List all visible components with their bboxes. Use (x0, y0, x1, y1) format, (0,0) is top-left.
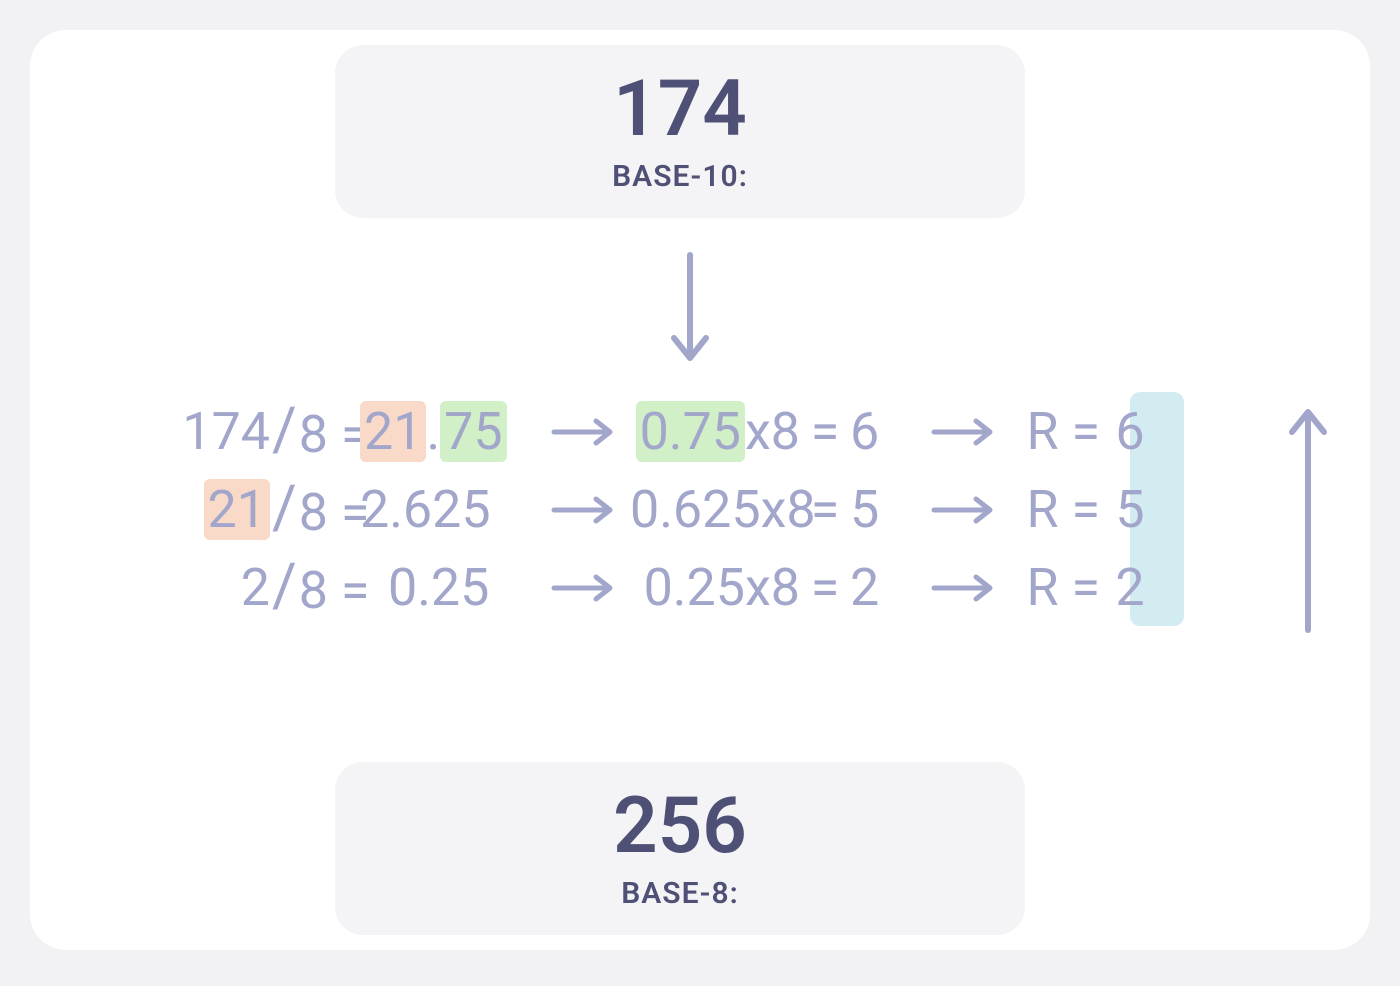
divide-by: /8 = (270, 396, 360, 467)
arrow-right-icon (920, 479, 1010, 540)
digit-value: 6 (850, 401, 920, 462)
remainder-value: 5 (1100, 479, 1160, 540)
divide-by: /8 = (270, 552, 360, 623)
arrow-right-icon (540, 479, 630, 540)
input-pill: 174 BASE-10: (335, 45, 1025, 218)
arrow-right-icon (920, 557, 1010, 618)
equals: = (800, 401, 850, 462)
output-pill: 256 BASE-8: (335, 762, 1025, 935)
quotient: 0.25 (360, 557, 540, 618)
diagram-card: 174 BASE-10: 174 /8 = 21.75 0.75x8 = 6 (30, 30, 1370, 950)
digit-value: 5 (850, 479, 920, 540)
arrow-right-icon (920, 401, 1010, 462)
fraction-times-base: 0.625x8 (630, 479, 800, 540)
fraction-times-base: 0.25x8 (630, 557, 800, 618)
output-value: 256 (365, 788, 995, 866)
quotient: 21.75 (360, 401, 540, 462)
dividend: 2 (80, 557, 270, 618)
remainder-label: R = (1010, 557, 1100, 618)
remainder-label: R = (1010, 479, 1100, 540)
input-base-label: BASE-10: (365, 159, 995, 194)
step-row: 174 /8 = 21.75 0.75x8 = 6 R = 6 (80, 392, 1320, 470)
output-base-label: BASE-8: (365, 876, 995, 911)
digit-value: 2 (850, 557, 920, 618)
remainder-label: R = (1010, 401, 1100, 462)
dividend: 21 (80, 479, 270, 540)
equals: = (800, 479, 850, 540)
dividend: 174 (80, 401, 270, 462)
down-arrow-icon (670, 250, 710, 374)
quotient: 2.625 (360, 479, 540, 540)
remainder-value: 6 (1100, 401, 1160, 462)
divide-by: /8 = (270, 474, 360, 545)
arrow-right-icon (540, 557, 630, 618)
arrow-right-icon (540, 401, 630, 462)
step-row: 21 /8 = 2.625 0.625x8 = 5 R = 5 (80, 470, 1320, 548)
input-value: 174 (365, 71, 995, 149)
remainder-value: 2 (1100, 557, 1160, 618)
equals: = (800, 557, 850, 618)
conversion-steps: 174 /8 = 21.75 0.75x8 = 6 R = 6 21 /8 = … (80, 392, 1320, 626)
step-row: 2 /8 = 0.25 0.25x8 = 2 R = 2 (80, 548, 1320, 626)
fraction-times-base: 0.75x8 (630, 401, 800, 462)
